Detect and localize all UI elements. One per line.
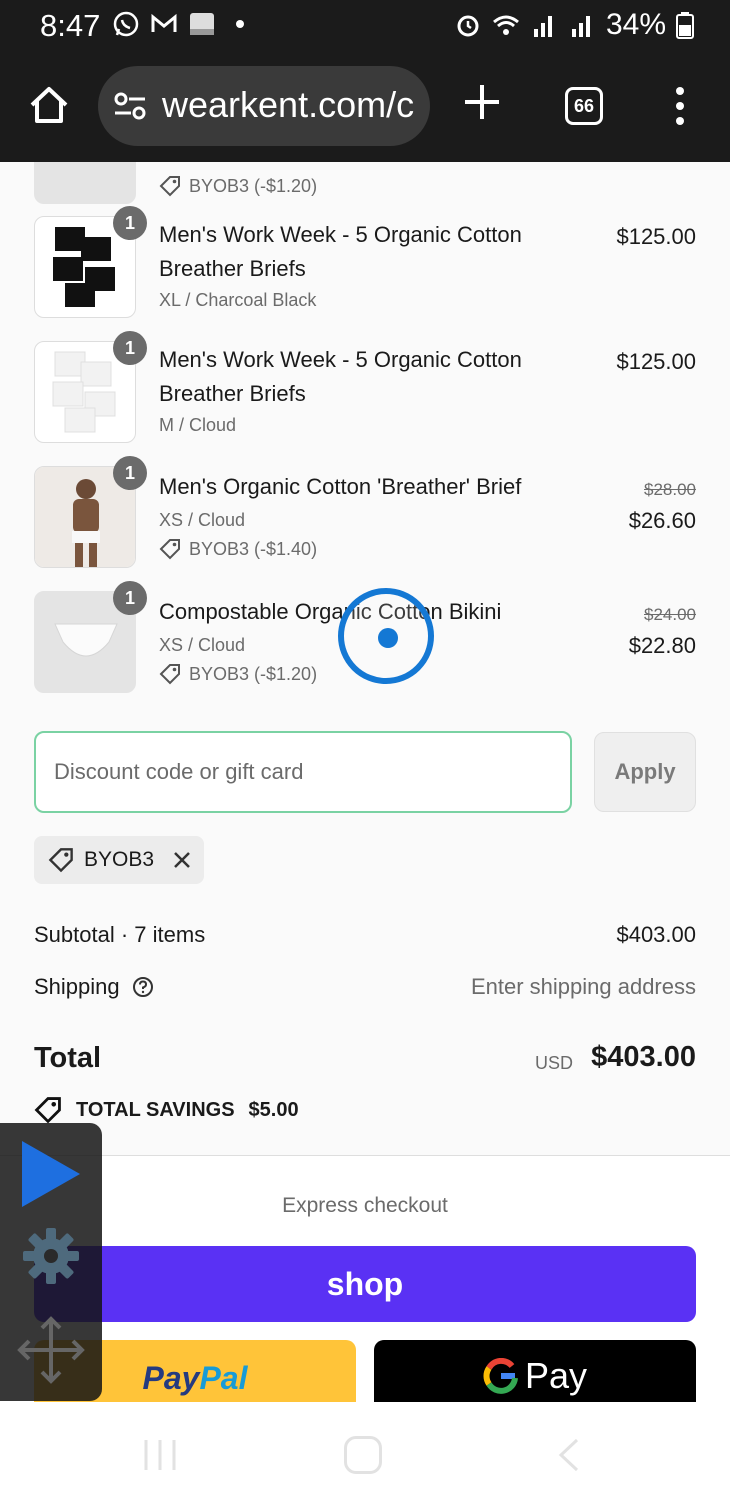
product-variant: M / Cloud <box>159 415 237 435</box>
wifi-icon <box>492 15 519 35</box>
product-variant: XL / Charcoal Black <box>159 290 317 310</box>
original-price: $24.00 <box>644 605 696 624</box>
total-currency: USD <box>535 1053 574 1073</box>
paypal-logo-part2: Pal <box>199 1360 248 1396</box>
bible-app-icon <box>190 13 214 35</box>
product-variant: XS / Cloud <box>159 510 246 530</box>
tag-icon <box>48 848 73 873</box>
signal-icon <box>533 16 552 37</box>
tab-switcher-button[interactable]: 66 <box>565 87 603 125</box>
gear-icon[interactable] <box>22 1227 80 1285</box>
whatsapp-icon <box>113 11 139 37</box>
quantity-badge: 1 <box>113 456 147 490</box>
applied-discount-chip: BYOB3 <box>34 836 204 884</box>
site-settings-icon[interactable] <box>114 92 146 120</box>
total-value: $403.00 <box>591 1041 696 1073</box>
tag-icon <box>159 176 180 197</box>
item-discount: BYOB3 (-$1.20) <box>159 175 317 197</box>
quantity-badge: 1 <box>113 581 147 615</box>
gmail-icon <box>151 13 177 32</box>
item-discount: BYOB3 (-$1.20) <box>159 663 317 685</box>
more-menu-icon[interactable] <box>672 86 688 126</box>
subtotal-label: Subtotal · 7 items <box>34 922 206 947</box>
back-icon[interactable] <box>555 1438 581 1472</box>
status-bar: 8:47 34% <box>0 0 730 52</box>
discount-code-field[interactable] <box>34 731 572 813</box>
notification-icons <box>112 10 254 38</box>
automation-overlay-panel <box>0 1123 102 1401</box>
google-pay-button[interactable]: Pay <box>374 1340 696 1402</box>
android-nav-bar <box>0 1402 730 1500</box>
tag-icon <box>159 664 180 685</box>
savings-label: TOTAL SAVINGS <box>76 1098 235 1121</box>
express-checkout: Express checkout shop PayPal Pay <box>0 1156 730 1402</box>
savings-value: $5.00 <box>248 1098 299 1121</box>
url-text: wearkent.com/c <box>162 84 415 125</box>
url-bar[interactable]: wearkent.com/c <box>98 66 430 146</box>
browser-toolbar: wearkent.com/c 66 <box>0 52 730 162</box>
total-savings: TOTAL SAVINGS $5.00 <box>34 1096 299 1124</box>
tap-indicator-dot <box>378 628 398 648</box>
battery-percent: 34% <box>605 8 666 41</box>
paypal-logo-part1: Pay <box>142 1360 200 1396</box>
item-discount: BYOB3 (-$1.40) <box>159 538 317 560</box>
product-variant: XS / Cloud <box>159 635 246 655</box>
google-g-icon <box>483 1358 518 1394</box>
more-notifications-dot-icon <box>236 20 244 28</box>
subtotal-value: $403.00 <box>616 922 696 947</box>
shop-pay-button[interactable]: shop <box>34 1246 696 1322</box>
apply-button[interactable]: Apply <box>594 732 696 812</box>
remove-discount-icon[interactable] <box>172 850 192 870</box>
system-icons: 34% <box>454 8 694 42</box>
move-icon[interactable] <box>16 1315 86 1385</box>
shipping-row: Shipping Enter shipping address <box>34 974 696 1000</box>
battery-icon <box>676 12 694 39</box>
product-name: Men's Work Week - 5 Organic Cotton Breat… <box>159 222 522 281</box>
product-price: $22.80 <box>628 633 696 658</box>
shipping-value: Enter shipping address <box>470 974 696 999</box>
product-thumbnail <box>34 162 136 204</box>
express-checkout-label: Express checkout <box>282 1194 448 1217</box>
play-icon[interactable] <box>18 1139 84 1209</box>
subtotal-row: Subtotal · 7 items $403.00 <box>34 922 696 948</box>
product-price: $125.00 <box>616 224 696 249</box>
product-price: $125.00 <box>616 349 696 374</box>
google-pay-label: Pay <box>524 1355 588 1396</box>
tap-indicator <box>338 588 434 684</box>
original-price: $28.00 <box>644 480 696 499</box>
home-icon[interactable] <box>28 84 70 126</box>
status-time: 8:47 <box>40 8 101 43</box>
tag-icon <box>159 539 180 560</box>
quantity-badge: 1 <box>113 206 147 240</box>
signal-icon-2 <box>571 16 590 37</box>
savings-tag-icon <box>34 1097 61 1124</box>
new-tab-icon[interactable] <box>462 82 502 122</box>
total-label: Total <box>34 1042 102 1074</box>
product-name: Men's Work Week - 5 Organic Cotton Breat… <box>159 347 522 406</box>
alarm-icon <box>457 15 479 37</box>
nav-home-button[interactable] <box>344 1436 382 1474</box>
recent-apps-icon[interactable] <box>142 1438 178 1472</box>
product-name: Men's Organic Cotton 'Breather' Brief <box>159 474 522 499</box>
discount-code-input[interactable] <box>36 733 570 811</box>
quantity-badge: 1 <box>113 331 147 365</box>
shipping-label: Shipping <box>34 974 120 999</box>
help-icon[interactable] <box>132 976 154 998</box>
applied-code: BYOB3 <box>84 848 155 871</box>
product-price: $26.60 <box>628 508 696 533</box>
